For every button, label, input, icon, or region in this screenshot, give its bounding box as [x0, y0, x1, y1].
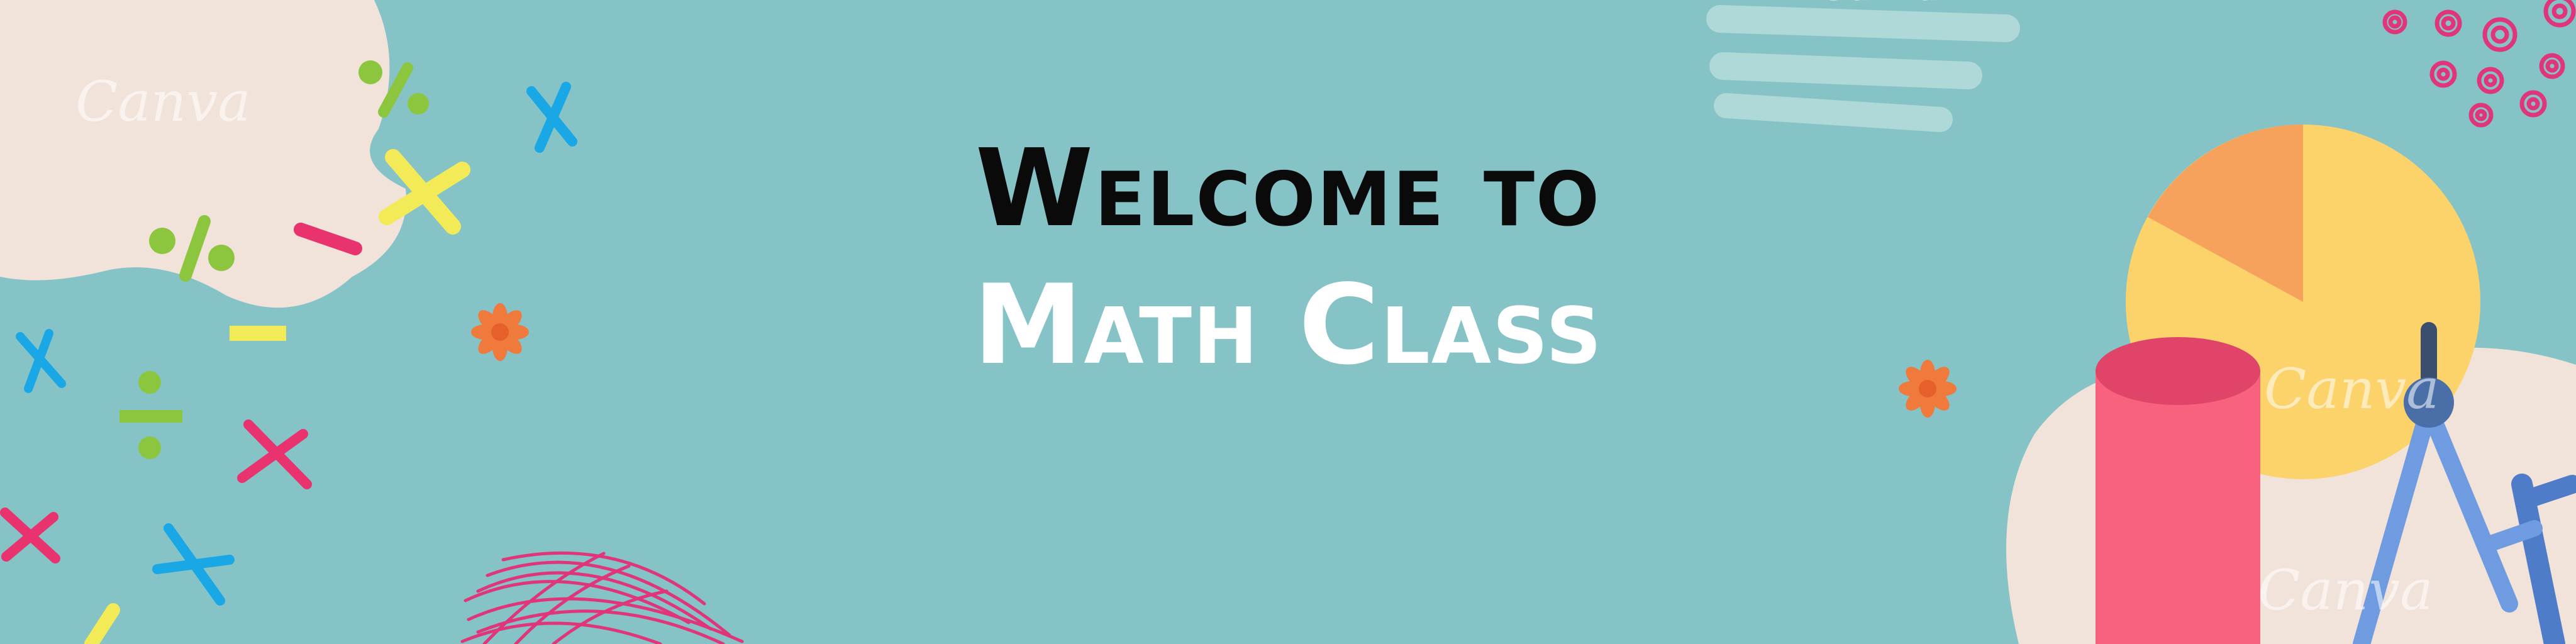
cylinder [2096, 337, 2260, 644]
swirls [2382, 0, 2576, 128]
multiply-symbol [0, 508, 60, 564]
multiply-symbol [152, 523, 235, 606]
title-math-class: Math Class [973, 262, 1603, 389]
watermark-logo: Canva [1821, 0, 1940, 6]
chalk-strokes [1706, 5, 2020, 132]
multiply-symbol [237, 419, 312, 489]
scribble [460, 551, 744, 644]
minus-symbol [84, 603, 120, 644]
title-welcome: Welcome to [975, 126, 1601, 251]
math-class-banner: Canva Canva Canva Canva Welcome to Math … [0, 0, 2576, 644]
divide-symbol [119, 371, 182, 459]
watermark-logo: Canva [2258, 558, 2433, 623]
watermark-logo: Canva [75, 69, 251, 134]
